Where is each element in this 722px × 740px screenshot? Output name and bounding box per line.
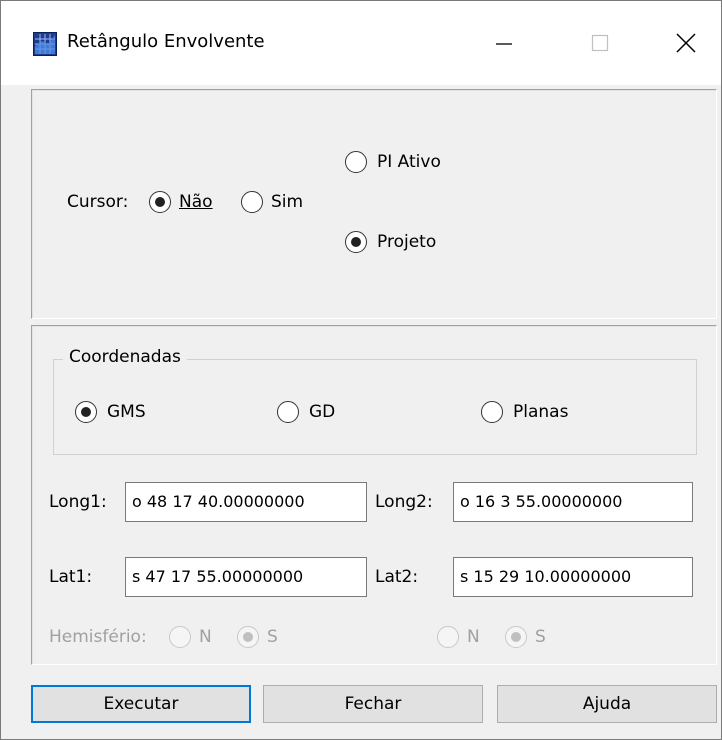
lat2-label: Lat2: (375, 567, 419, 587)
maximize-button[interactable] (575, 21, 625, 65)
title-bar[interactable]: Retângulo Envolvente (1, 1, 721, 85)
coordinates-group-label: Coordenadas (63, 347, 187, 367)
lat1-label: Lat1: (49, 567, 93, 587)
lat2-field[interactable]: s 15 29 10.00000000 (453, 557, 693, 597)
planas-label[interactable]: Planas (513, 402, 568, 422)
execute-button-label: Executar (103, 694, 179, 714)
maximize-icon (591, 34, 609, 52)
cursor-label: Cursor: (67, 192, 129, 212)
coordinates-groupbox (53, 359, 697, 455)
projeto-label[interactable]: Projeto (377, 232, 436, 252)
pi-ativo-radio[interactable] (345, 151, 367, 173)
lat1-field[interactable]: s 47 17 55.00000000 (125, 557, 367, 597)
cursor-sim-radio[interactable] (241, 191, 263, 213)
gms-label[interactable]: GMS (107, 402, 146, 422)
hemisphere-right-s-label: S (535, 627, 546, 647)
close-window-button[interactable] (661, 21, 711, 65)
cursor-nao-label[interactable]: Não (179, 192, 213, 212)
hemisphere-left-s-label: S (267, 627, 278, 647)
long1-field[interactable]: o 48 17 40.00000000 (125, 482, 367, 522)
planas-radio[interactable] (481, 401, 503, 423)
hemisphere-label: Hemisfério: (49, 627, 147, 647)
hemisphere-left-n-radio[interactable] (169, 626, 191, 648)
minimize-icon (496, 43, 512, 45)
hemisphere-right-s-radio[interactable] (505, 626, 527, 648)
pi-ativo-label[interactable]: PI Ativo (377, 152, 441, 172)
hemisphere-right-n-radio[interactable] (437, 626, 459, 648)
projeto-radio[interactable] (345, 231, 367, 253)
cursor-nao-radio[interactable] (149, 191, 171, 213)
close-icon (676, 33, 696, 53)
cursor-panel (31, 89, 717, 319)
hemisphere-left-n-label: N (199, 627, 212, 647)
execute-button[interactable]: Executar (31, 685, 251, 723)
long2-label: Long2: (375, 492, 433, 512)
minimize-button[interactable] (479, 21, 529, 65)
close-button-label: Fechar (344, 694, 402, 714)
window-title: Retângulo Envolvente (67, 31, 265, 52)
help-button-label: Ajuda (582, 694, 632, 714)
help-button[interactable]: Ajuda (497, 685, 717, 723)
long2-field[interactable]: o 16 3 55.00000000 (453, 482, 693, 522)
cursor-sim-label[interactable]: Sim (271, 192, 303, 212)
gms-radio[interactable] (75, 401, 97, 423)
grid-chart-icon (33, 32, 57, 56)
hemisphere-right-n-label: N (467, 627, 480, 647)
hemisphere-left-s-radio[interactable] (237, 626, 259, 648)
close-button[interactable]: Fechar (263, 685, 483, 723)
long1-label: Long1: (49, 492, 107, 512)
dialog-window: Retângulo Envolvente Cursor: Não Sim PI … (0, 0, 722, 740)
gd-label[interactable]: GD (309, 402, 335, 422)
gd-radio[interactable] (277, 401, 299, 423)
